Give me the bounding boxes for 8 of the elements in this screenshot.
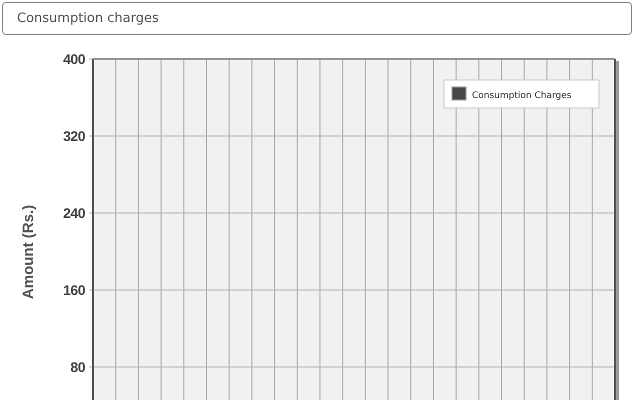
y-tick-label: 320: [63, 128, 85, 144]
y-tick-label: 80: [70, 359, 85, 375]
panel-title: Consumption charges: [17, 11, 159, 26]
y-tick-label: 400: [63, 51, 85, 67]
legend-label: Consumption Charges: [472, 91, 572, 101]
y-tick-label: 160: [63, 282, 85, 298]
y-tick-label: 240: [63, 205, 85, 221]
y-axis-label: Amount (Rs.): [20, 204, 37, 300]
